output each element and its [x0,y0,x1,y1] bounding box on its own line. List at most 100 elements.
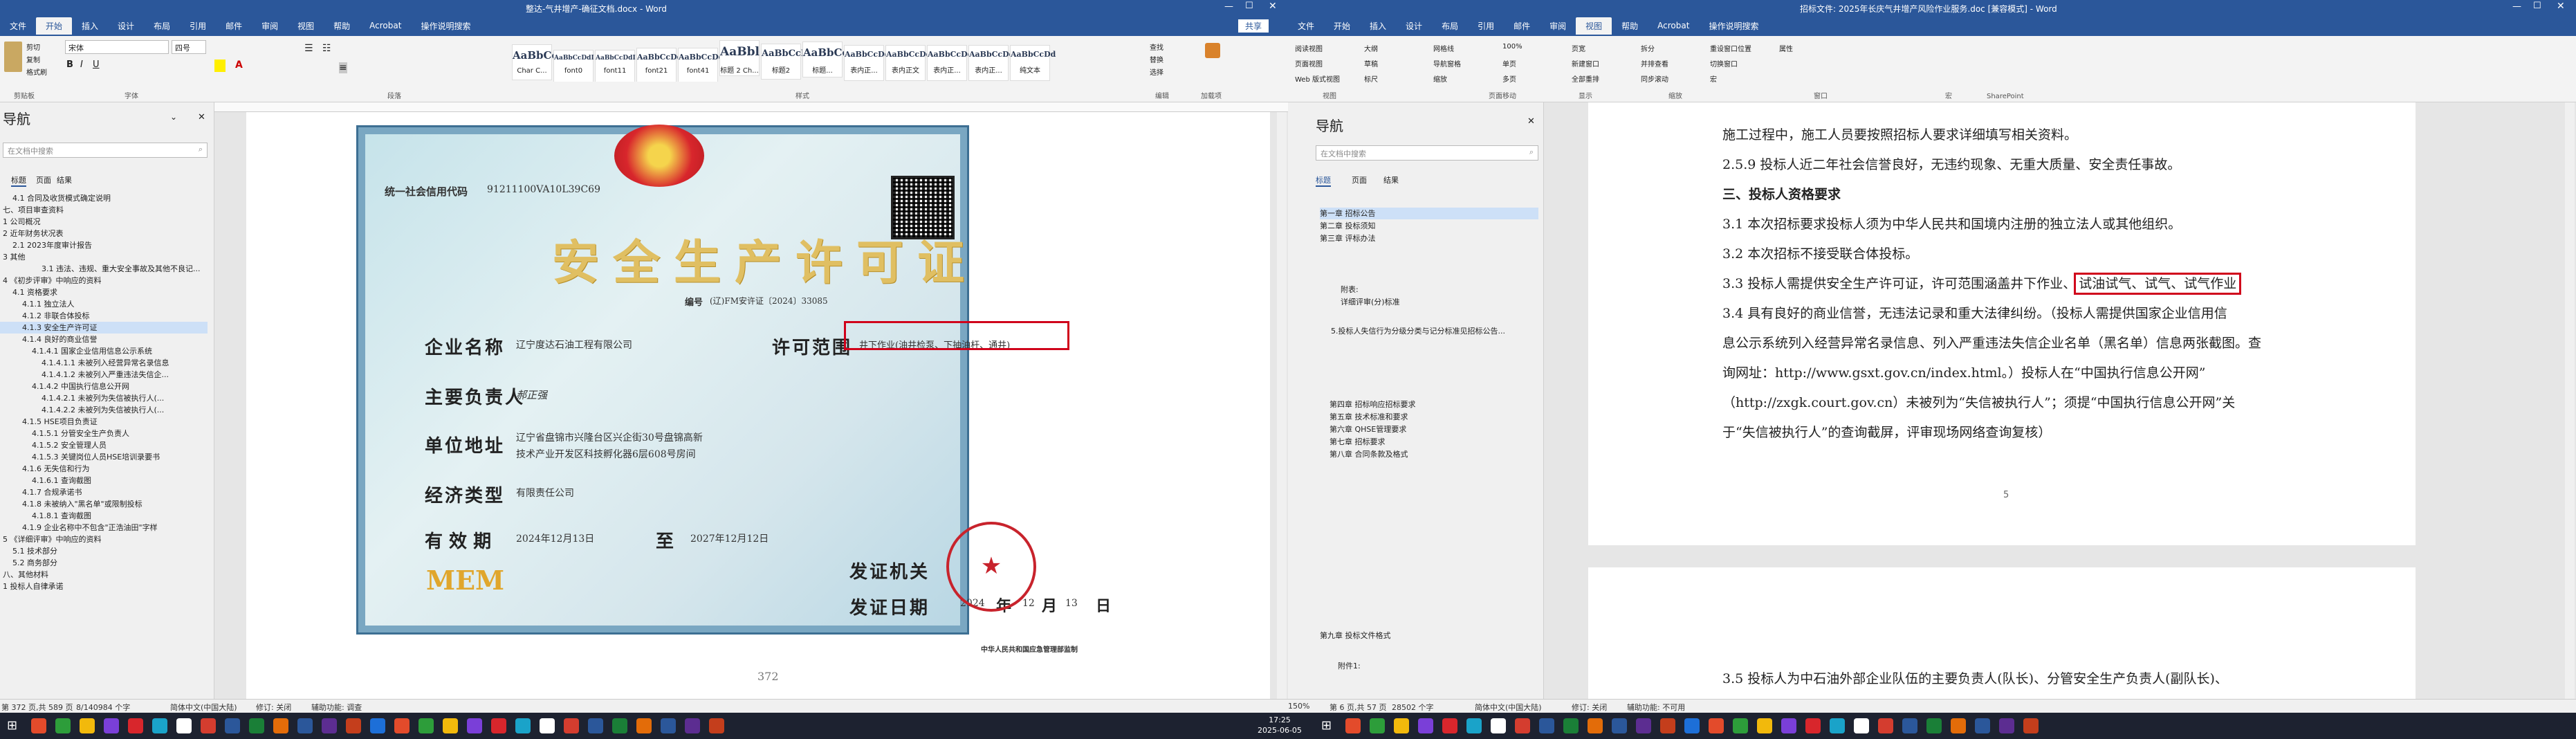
taskbar-app-icon[interactable] [1515,718,1530,733]
style-item[interactable]: AaBbCcDd font41 [678,48,724,82]
taskbar-app-icon[interactable] [104,718,119,733]
tab-home[interactable]: 开始 [1324,17,1360,35]
nav-item-chapter-6[interactable]: 第六章 QHSE管理要求 [1330,423,1406,435]
underline-button[interactable]: U [93,60,100,70]
nav-heading-item[interactable]: 4.1.4.1 国家企业信用信息公示系统 [0,345,208,357]
maximize-icon[interactable]: ☐ [1245,1,1253,11]
nav-item-chapter-2[interactable]: 第二章 投标须知 [1320,220,1376,232]
nav-heading-item[interactable]: 4.1 资格要求 [0,286,208,298]
view-command-button[interactable]: 草稿 [1364,58,1378,69]
taskbar-app-icon[interactable] [370,718,385,733]
taskbar-app-icon[interactable] [297,718,313,733]
nav-item-chapter-9[interactable]: 第九章 投标文件格式 [1320,630,1391,641]
taskbar-app-icon[interactable] [31,718,46,733]
taskbar-app-icon[interactable] [636,718,652,733]
nav-heading-item[interactable]: 4.1.4.2.1 未被列为失信被执行人(... [0,392,208,404]
bold-button[interactable]: B [66,60,73,70]
clock[interactable]: 17:25 2025-06-05 [1258,715,1302,736]
taskbar-app-icon[interactable] [1781,718,1796,733]
view-command-button[interactable]: 标尺 [1364,73,1378,84]
nav-heading-item[interactable]: 4.1.5.2 安全管理人员 [0,439,208,451]
view-command-button[interactable]: 全部重排 [1572,73,1599,84]
view-command-button[interactable]: 大纲 [1364,43,1378,53]
tab-acrobat[interactable]: Acrobat [360,18,411,33]
taskbar-app-icon[interactable] [709,718,724,733]
nav-heading-item[interactable]: 1 投标人自律承诺 [0,581,208,592]
view-command-button[interactable]: 切换窗口 [1710,58,1738,69]
replace-button[interactable]: 替换 [1150,54,1163,64]
vertical-scrollbar[interactable] [1277,112,1287,709]
track-changes-status[interactable]: 修订: 关闭 [256,702,291,713]
taskbar-app-icon[interactable] [273,718,288,733]
nav-heading-item[interactable]: 3 其他 [0,251,208,263]
taskbar-app-icon[interactable] [564,718,579,733]
start-icon[interactable]: ⊞ [7,718,22,733]
tab-references[interactable]: 引用 [1468,17,1504,35]
taskbar-app-icon[interactable] [201,718,216,733]
taskbar-app-icon[interactable] [1951,718,1966,733]
nav-heading-item[interactable]: 4.1.2 非联合体投标 [0,310,208,322]
taskbar-app-icon[interactable] [467,718,482,733]
nav-heading-item[interactable]: 4.1.6.1 查询截图 [0,475,208,486]
nav-item-chapter-8[interactable]: 第八章 合同条款及格式 [1330,448,1408,460]
view-command-button[interactable]: 页宽 [1572,43,1585,53]
nav-heading-item[interactable]: 1 公司概况 [0,216,208,228]
nav-item-dishonesty[interactable]: 5.投标人失信行为分级分类与记分标准见招标公告... [1331,325,1505,337]
nav-heading-item[interactable]: 4.1 合同及收货模式确定说明 [0,192,208,204]
taskbar-app-icon[interactable] [1757,718,1772,733]
select-button[interactable]: 选择 [1150,66,1163,77]
nav-heading-item[interactable]: 4.1.9 企业名称中不包含"正浩油田"字样 [0,522,208,533]
view-command-button[interactable]: 重设窗口位置 [1710,43,1751,53]
view-command-button[interactable]: 多页 [1502,73,1516,84]
nav-item-chapter-4[interactable]: 第四章 招标响应招标要求 [1330,399,1416,410]
nav-tab-headings[interactable]: 标题 [1316,174,1331,187]
taskbar-app-icon[interactable] [1539,718,1554,733]
nav-tab-pages[interactable]: 页面 [36,174,51,185]
taskbar-app-icon[interactable] [176,718,192,733]
view-command-button[interactable]: 导航窗格 [1433,58,1461,69]
nav-heading-item[interactable]: 4.1.4.1.1 未被列入经营异常名录信息 [0,357,208,369]
nav-tab-results[interactable]: 结果 [57,174,72,185]
taskbar-app-icon[interactable] [540,718,555,733]
view-command-button[interactable]: 新建窗口 [1572,58,1599,69]
taskbar-app-icon[interactable] [515,718,531,733]
style-item[interactable]: AaBbCcDd font21 [636,48,682,82]
taskbar-app-icon[interactable] [1442,718,1457,733]
taskbar-app-icon[interactable] [128,718,143,733]
tab-mailings[interactable]: 邮件 [1504,17,1540,35]
nav-heading-item[interactable]: 4.1.5.3 关键岗位人员HSE培训录要书 [0,451,208,463]
tab-mailings[interactable]: 邮件 [216,17,252,35]
taskbar-app-icon[interactable] [1418,718,1433,733]
tab-design[interactable]: 设计 [1396,17,1432,35]
view-command-button[interactable]: 缩放 [1433,73,1447,84]
style-item[interactable]: AaBbCcDdI font0 [553,50,594,82]
close-icon[interactable]: ✕ [2557,1,2565,12]
numbering-icon[interactable]: ☷ [322,43,331,54]
vertical-scrollbar[interactable] [2565,102,2575,699]
tab-file[interactable]: 文件 [0,17,36,35]
align-center-icon[interactable]: ≡ [339,62,347,73]
nav-heading-item[interactable]: 2 近年财务状况表 [0,228,208,239]
taskbar-app-icon[interactable] [491,718,506,733]
taskbar-app-icon[interactable] [588,718,603,733]
taskbar-app-icon[interactable] [1491,718,1506,733]
nav-heading-item[interactable]: 4.1.3 安全生产许可证 [0,322,208,334]
tab-references[interactable]: 引用 [180,17,216,35]
nav-item-scoring[interactable]: 详细评审(分)标准 [1341,296,1400,308]
taskbar-app-icon[interactable] [1902,718,1917,733]
paste-button[interactable] [4,42,22,72]
word-count-status[interactable]: 8/140984 个字 [76,702,130,713]
nav-item-chapter-7[interactable]: 第七章 招标要求 [1330,436,1386,448]
share-button[interactable]: 共享 [1238,19,1269,33]
nav-close-icon[interactable]: ✕ [198,112,205,122]
view-command-button[interactable]: 同步滚动 [1641,73,1668,84]
nav-heading-item[interactable]: 4.1.4.2.2 未被列为失信被执行人(... [0,404,208,416]
style-item[interactable]: AaBbCcD 标题2 [761,44,809,80]
nav-heading-item[interactable]: 4.1.4.2 中国执行信息公开网 [0,381,208,392]
taskbar-app-icon[interactable] [1733,718,1748,733]
copy-button[interactable]: 复制 [26,54,40,64]
taskbar-app-icon[interactable] [1830,718,1845,733]
taskbar-app-icon[interactable] [249,718,264,733]
view-command-button[interactable]: 网格线 [1433,43,1454,53]
view-command-button[interactable]: 拆分 [1641,43,1655,53]
